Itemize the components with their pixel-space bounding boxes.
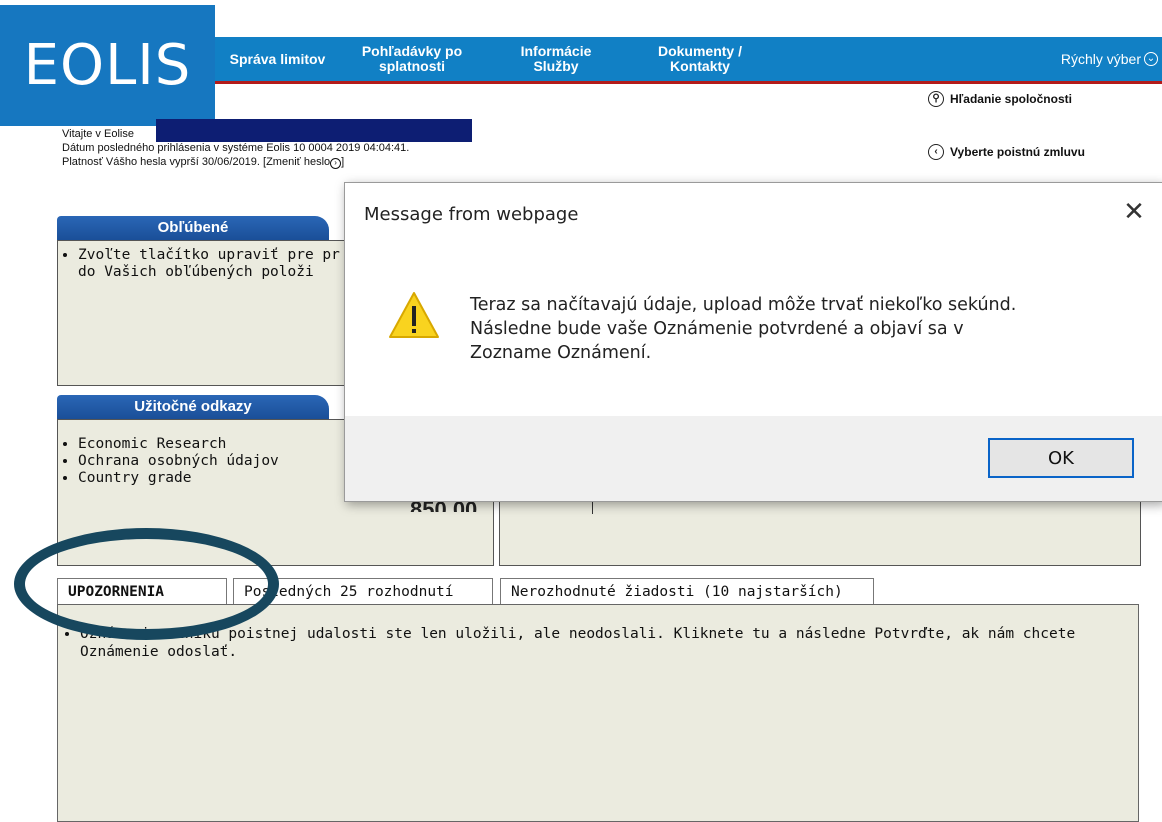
favorites-hint-line2: do Vašich obľúbených položi (78, 264, 314, 280)
quick-select[interactable]: Rýchly výber ⌄ (1061, 37, 1158, 81)
nav-item-label: Dokumenty / Kontakty (657, 43, 742, 74)
password-expiry-end: ] (341, 156, 345, 168)
dialog-message-line3: Zozname Oznámení. (470, 343, 652, 363)
tab-last-decisions[interactable]: Posledných 25 rozhodnutí (233, 578, 493, 604)
logo-text: EOLIS (23, 33, 192, 98)
nav-item-label: Informácie Služby (520, 43, 592, 74)
search-company-link[interactable]: ⚲ Hľadanie spoločnosti (928, 91, 1072, 107)
nav-item-documents[interactable]: Dokumenty / Kontakty (645, 37, 755, 81)
tab-label: Nerozhodnuté žiadosti (10 najstarších) (511, 584, 843, 600)
tab-pending-requests[interactable]: Nerozhodnuté žiadosti (10 najstarších) (500, 578, 874, 604)
close-icon[interactable]: ✕ (1119, 197, 1149, 227)
password-expiry-text: Platnosť Vášho hesla vyprší 30/06/2019. … (62, 156, 331, 168)
search-company-label: Hľadanie spoločnosti (950, 92, 1072, 106)
favorites-header: Obľúbené (57, 216, 329, 240)
change-password-icon[interactable]: › (330, 157, 342, 169)
password-expiry-line: Platnosť Vášho hesla vyprší 30/06/2019. … (62, 155, 409, 169)
quick-select-label: Rýchly výber (1060, 51, 1141, 67)
ok-label: OK (1048, 447, 1074, 469)
dialog-message: Teraz sa načítavajú údaje, upload môže t… (470, 293, 1150, 365)
search-icon: ⚲ (928, 91, 944, 107)
dialog-title: Message from webpage (364, 204, 579, 225)
tab-label: Posledných 25 rozhodnutí (244, 584, 454, 600)
select-policy-link[interactable]: ‹ Vyberte poistnú zmluvu (928, 144, 1085, 160)
warning-icon (389, 292, 439, 338)
dialog-titlebar: Message from webpage ✕ (345, 183, 1162, 246)
notices-panel: Oznámenie vzniku poistnej udalosti ste l… (57, 604, 1139, 822)
useful-links-header: Užitočné odkazy (57, 395, 329, 419)
favorites-panel: Zvoľte tlačítko upraviť pre prdo Vašich … (57, 240, 348, 386)
tab-notices[interactable]: UPOZORNENIA (57, 578, 227, 604)
nav-item-label: Správa limitov (229, 50, 326, 67)
dialog-message-line1: Teraz sa načítavajú údaje, upload môže t… (470, 295, 1017, 315)
chevron-down-icon: ⌄ (1144, 52, 1158, 66)
notice-item[interactable]: Oznámenie vzniku poistnej udalosti ste l… (80, 625, 1128, 661)
tab-label: UPOZORNENIA (68, 584, 165, 600)
nav-item-limits[interactable]: Správa limitov (215, 37, 340, 81)
favorites-hint: Zvoľte tlačítko upraviť pre prdo Vašich … (78, 247, 348, 281)
select-policy-label: Vyberte poistnú zmluvu (950, 145, 1085, 159)
favorites-hint-line1: Zvoľte tlačítko upraviť pre pr (78, 247, 340, 263)
top-nav: Správa limitov Pohľadávky po splatnosti … (215, 37, 1162, 84)
divider (592, 500, 593, 514)
eolis-logo[interactable]: EOLIS (0, 5, 215, 126)
dialog-footer: OK (345, 416, 1162, 501)
dialog-message-line2: Následne bude vaše Oznámenie potvrdené a… (470, 319, 964, 339)
chevron-left-icon: ‹ (928, 144, 944, 160)
nav-item-label: Pohľadávky po splatnosti (361, 43, 463, 74)
ok-button[interactable]: OK (988, 438, 1134, 478)
favorites-title: Obľúbené (157, 219, 229, 236)
useful-links-title: Užitočné odkazy (134, 398, 252, 415)
message-dialog: Message from webpage ✕ Teraz sa načítava… (344, 182, 1162, 502)
redacted-username (156, 119, 472, 142)
last-login-text: Dátum posledného prihlásenia v systéme E… (62, 142, 410, 154)
nav-item-receivables[interactable]: Pohľadávky po splatnosti (347, 37, 477, 81)
nav-item-info[interactable]: Informácie Služby (511, 37, 601, 81)
